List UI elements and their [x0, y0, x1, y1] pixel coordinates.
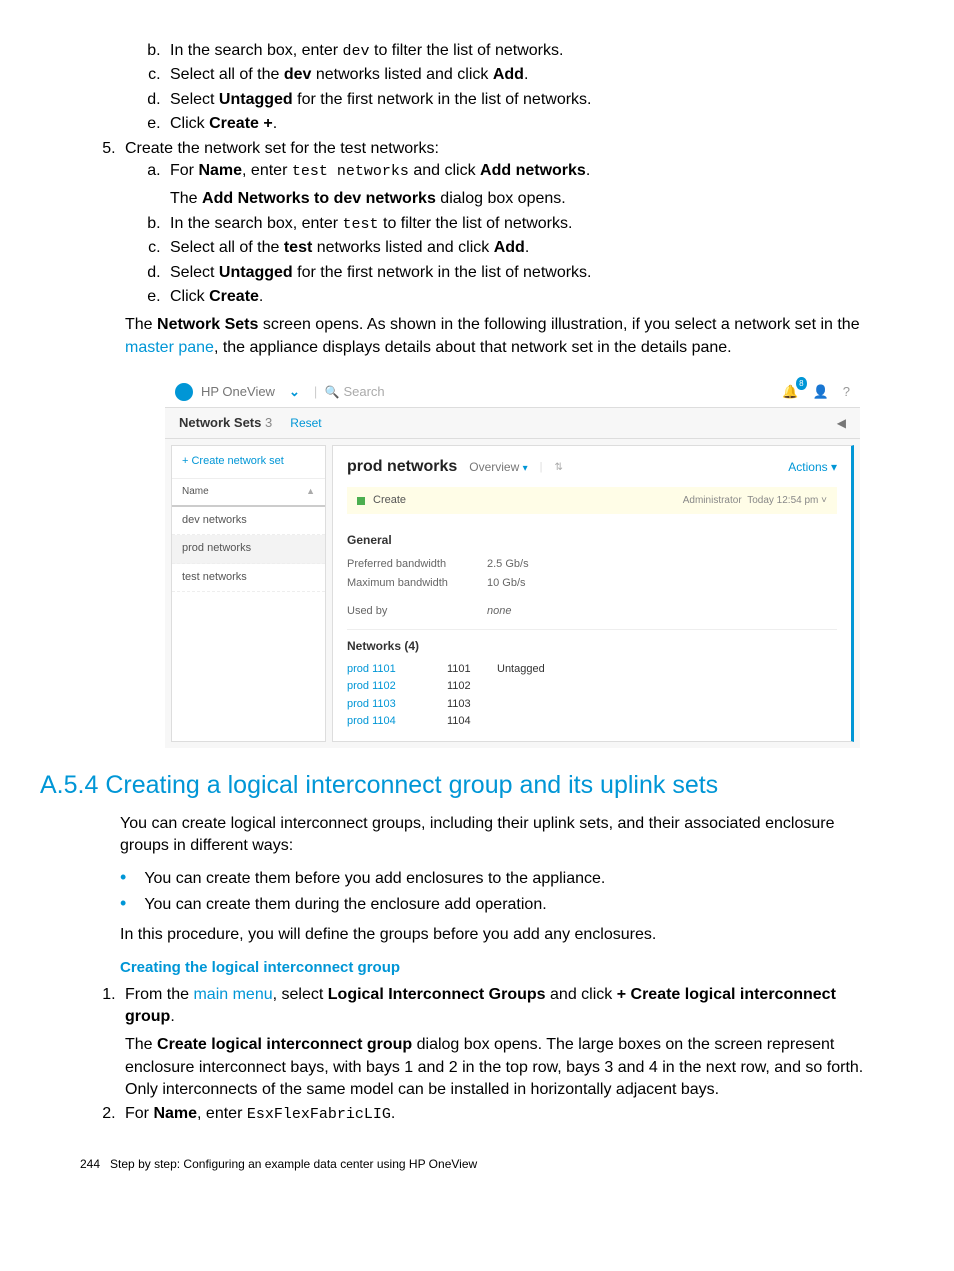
activity-strip[interactable]: Create Administrator Today 12:54 pm ˅	[347, 487, 837, 514]
subheading-create-lig: Creating the logical interconnect group	[120, 957, 874, 978]
step-4d: Select Untagged for the first network in…	[165, 89, 874, 111]
master-pane: + Create network set Name▲ dev networks …	[171, 445, 326, 741]
step-5c: Select all of the test networks listed a…	[165, 237, 874, 259]
search-icon	[324, 383, 343, 401]
name-column-header[interactable]: Name▲	[172, 479, 325, 507]
chevron-down-icon[interactable]: ⌄	[289, 383, 300, 401]
details-pane: prod networks Overview ▾ | ⇅ Actions ▾ C…	[332, 445, 854, 741]
detail-title: prod networks	[347, 456, 457, 478]
kv-row: Used bynone	[347, 602, 837, 621]
chevron-down-icon: ▾	[831, 460, 837, 474]
map-icon[interactable]: ⇅	[554, 461, 562, 475]
hp-logo-icon	[175, 383, 193, 401]
help-icon[interactable]: ?	[843, 383, 850, 401]
step-5d: Select Untagged for the first network in…	[165, 262, 874, 284]
count-badge: 3	[265, 415, 272, 430]
page-footer: 244 Step by step: Configuring an example…	[80, 1156, 874, 1173]
overview-dropdown[interactable]: Overview ▾	[469, 459, 527, 476]
network-row: prod 11041104	[347, 713, 837, 730]
user-icon[interactable]: 👤	[813, 383, 829, 401]
a54-intro: You can create logical interconnect grou…	[120, 813, 874, 858]
step-4b: In the search box, enter dev to filter t…	[165, 40, 874, 62]
sort-asc-icon: ▲	[306, 485, 315, 498]
general-section-header: General	[347, 524, 837, 549]
lig-step-2: For Name, enter EsxFlexFabricLIG.	[120, 1103, 874, 1125]
main-menu-link[interactable]: main menu	[193, 986, 272, 1003]
page-title: Network Sets	[179, 415, 261, 430]
a54-p2: In this procedure, you will define the g…	[120, 924, 874, 946]
step-5: Create the network set for the test netw…	[120, 138, 874, 360]
kv-row: Maximum bandwidth10 Gb/s	[347, 574, 837, 593]
list-item[interactable]: dev networks	[172, 507, 325, 535]
actions-dropdown[interactable]: Actions ▾	[788, 459, 837, 476]
network-row: prod 11011101Untagged	[347, 661, 837, 678]
step-4c: Select all of the dev networks listed an…	[165, 64, 874, 86]
status-square-icon	[357, 497, 365, 505]
step-5a: For Name, enter test networks and click …	[165, 160, 874, 211]
step-4e: Click Create +.	[165, 113, 874, 135]
collapse-icon[interactable]: ◀	[837, 415, 846, 432]
step-5b: In the search box, enter test to filter …	[165, 213, 874, 235]
network-sets-screenshot: HP OneView ⌄ | Search 🔔8 👤 ? Network Set…	[165, 377, 860, 747]
reset-link[interactable]: Reset	[290, 416, 321, 430]
bullet-2: You can create them during the enclosure…	[120, 891, 874, 916]
network-row: prod 11021102	[347, 678, 837, 695]
chevron-down-icon: ▾	[523, 463, 528, 474]
create-network-set-link[interactable]: + Create network set	[172, 446, 325, 478]
section-heading-a54: A.5.4 Creating a logical interconnect gr…	[40, 768, 874, 803]
list-item[interactable]: test networks	[172, 564, 325, 592]
brand-label: HP OneView	[201, 383, 275, 401]
list-item[interactable]: prod networks	[172, 535, 325, 563]
network-row: prod 11031103	[347, 696, 837, 713]
step-5e: Click Create.	[165, 286, 874, 308]
bullet-1: You can create them before you add enclo…	[120, 865, 874, 890]
lig-step-1: From the main menu, select Logical Inter…	[120, 984, 874, 1102]
search-input[interactable]: Search	[343, 383, 384, 401]
notifications-icon[interactable]: 🔔8	[782, 383, 798, 401]
networks-section-header: Networks (4)	[347, 629, 837, 655]
master-pane-link[interactable]: master pane	[125, 339, 214, 356]
kv-row: Preferred bandwidth2.5 Gb/s	[347, 555, 837, 574]
